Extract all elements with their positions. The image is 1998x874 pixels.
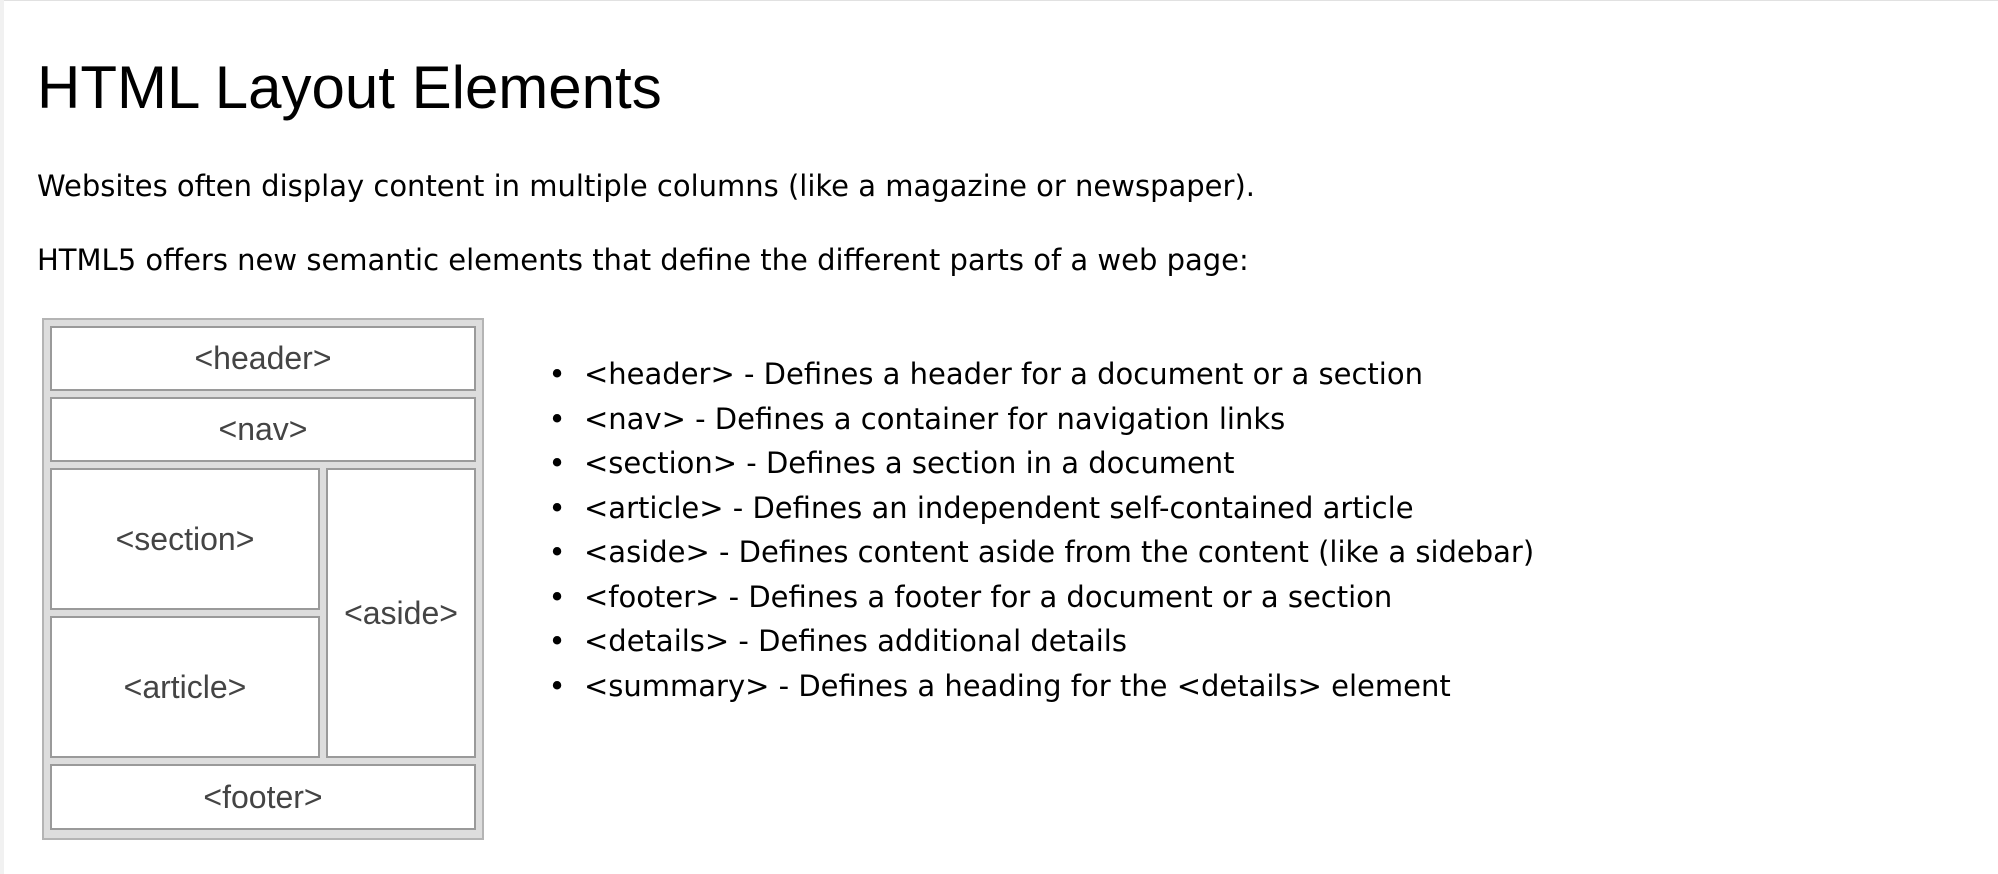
list-item-text: <footer> - Defines a footer for a docume… [584, 579, 1393, 614]
bullet-icon: • [548, 401, 566, 436]
list-item-text: <article> - Defines an independent self-… [584, 490, 1414, 525]
list-item: • <details> - Defines additional details [545, 619, 1534, 664]
intro-paragraph-semantic: HTML5 offers new semantic elements that … [37, 243, 1249, 277]
page-title: HTML Layout Elements [37, 54, 662, 121]
diagram-aside-box: <aside> [326, 468, 476, 758]
diagram-article-box: <article> [50, 616, 320, 758]
diagram-header-box: <header> [50, 326, 476, 391]
diagram-section-box: <section> [50, 468, 320, 610]
list-item: • <header> - Defines a header for a docum… [545, 352, 1534, 397]
list-item-text: <section> - Defines a section in a docum… [584, 446, 1235, 480]
semantic-elements-list: • <header> - Defines a header for a docum… [545, 352, 1534, 708]
list-item: • <footer> - Defines a footer for a docum… [545, 575, 1534, 620]
list-item-text: <details> - Defines additional details [584, 624, 1127, 658]
list-item: • <article> - Defines an independent self… [545, 486, 1534, 531]
bullet-icon: • [548, 579, 566, 614]
diagram-nav-box: <nav> [50, 397, 476, 462]
bullet-icon: • [548, 446, 566, 480]
list-item: • <summary> - Defines a heading for the <… [545, 664, 1534, 709]
list-item-text: <header> - Defines a header for a docume… [584, 357, 1423, 391]
list-item: • <nav> - Defines a container for navigat… [545, 397, 1534, 442]
bullet-icon: • [548, 624, 566, 658]
diagram-footer-box: <footer> [50, 764, 476, 830]
bullet-icon: • [548, 535, 566, 569]
bullet-icon: • [548, 668, 566, 703]
bullet-icon: • [548, 357, 566, 391]
list-item: • <aside> - Defines content aside from th… [545, 530, 1534, 575]
left-border [0, 0, 4, 874]
list-item-text: <summary> - Defines a heading for the <d… [584, 668, 1451, 703]
list-item-text: <nav> - Defines a container for navigati… [584, 401, 1286, 436]
list-item-text: <aside> - Defines content aside from the… [584, 535, 1535, 569]
list-item: • <section> - Defines a section in a docu… [545, 441, 1534, 486]
bullet-icon: • [548, 490, 566, 525]
top-divider [0, 0, 1998, 1]
layout-diagram: <header> <nav> <section> <article> <asid… [42, 318, 484, 840]
intro-paragraph-columns: Websites often display content in multip… [37, 169, 1255, 203]
